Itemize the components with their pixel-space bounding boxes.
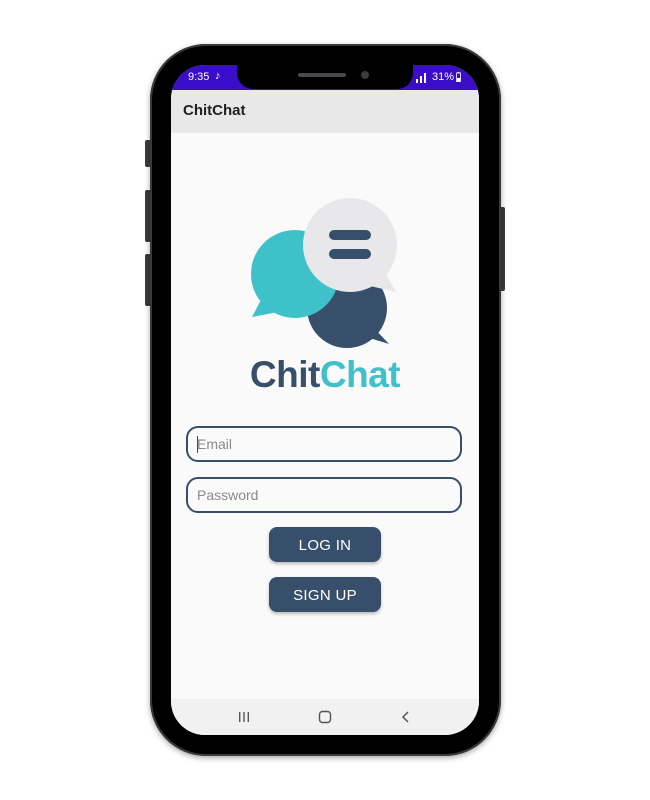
signal-icon xyxy=(416,73,426,83)
login-button[interactable]: LOG IN xyxy=(269,527,381,562)
grey-bubble xyxy=(303,198,397,292)
email-input[interactable] xyxy=(188,428,460,460)
status-time: 9:35 xyxy=(188,71,210,83)
chat-bubbles-logo-icon xyxy=(251,198,397,348)
home-icon[interactable] xyxy=(316,709,334,725)
phone-mockup: 9:35 ♪ 31% ChitChat ChitChat Email LOG I… xyxy=(0,0,650,800)
back-icon[interactable] xyxy=(397,709,415,725)
email-field-container xyxy=(186,426,462,462)
app-title: ChitChat xyxy=(183,102,246,119)
recents-icon[interactable] xyxy=(235,709,253,725)
password-field-container xyxy=(186,477,462,513)
signup-button[interactable]: SIGN UP xyxy=(269,577,381,612)
system-nav-bar xyxy=(171,699,479,735)
text-cursor xyxy=(197,436,198,453)
wordmark-part-1: Chit xyxy=(249,354,320,395)
battery-icon xyxy=(456,72,461,82)
phone-screen: 9:35 ♪ 31% ChitChat ChitChat Email LOG I… xyxy=(171,65,479,735)
battery-percentage: 31% xyxy=(432,71,455,83)
earpiece-speaker xyxy=(298,73,346,77)
logo-wordmark: ChitChat xyxy=(171,354,479,396)
wordmark-part-2: Chat xyxy=(319,354,401,395)
music-note-icon: ♪ xyxy=(215,70,221,82)
password-input[interactable] xyxy=(188,479,460,511)
front-camera xyxy=(361,71,369,79)
app-bar: ChitChat xyxy=(171,90,479,133)
display-notch xyxy=(237,65,413,89)
